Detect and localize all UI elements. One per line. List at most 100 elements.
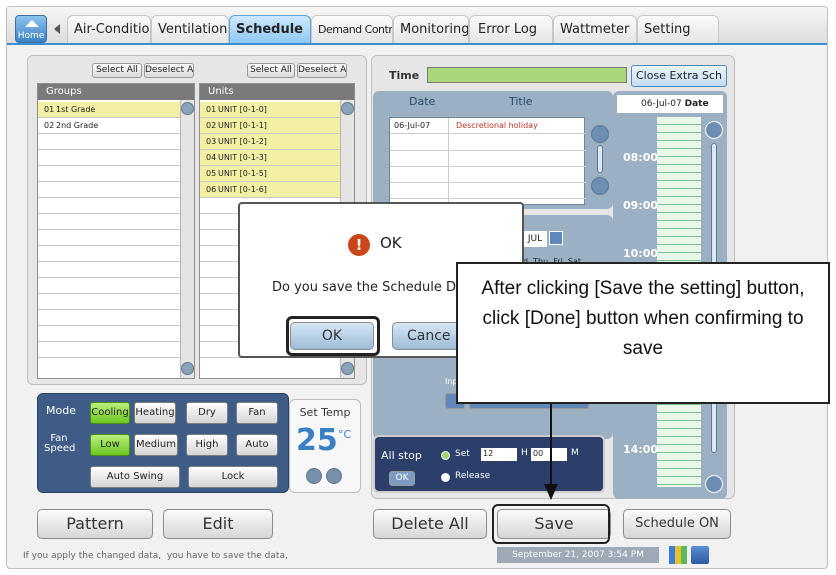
- schedule-list-panel: Date Title 06-Jul-07 Descretional holida…: [373, 91, 613, 209]
- set-radio[interactable]: [441, 451, 450, 460]
- scroll-left-icon[interactable]: [54, 24, 60, 34]
- unit-no: 02: [206, 121, 217, 130]
- set-temp-panel: Set Temp 25 °C: [289, 399, 361, 493]
- lock-button[interactable]: Lock: [188, 466, 278, 488]
- scroll-down-icon[interactable]: [181, 362, 194, 375]
- list-item[interactable]: 02 UNIT [0-1-1]: [200, 118, 340, 134]
- group-name: 2nd Grade: [56, 121, 99, 130]
- temp-unit: °C: [338, 428, 352, 441]
- group-name: 1st Grade: [56, 105, 96, 114]
- unit-no: 06: [206, 185, 217, 194]
- tab-wattmeter[interactable]: Wattmeter: [553, 15, 637, 43]
- status-message: If you apply the changed data, you have …: [23, 551, 288, 561]
- unit-name: UNIT [0-1-3]: [218, 153, 267, 162]
- tab-air-condition[interactable]: Air-Condition: [67, 15, 151, 43]
- medium-button[interactable]: Medium: [134, 434, 178, 456]
- low-button[interactable]: Low: [90, 434, 130, 456]
- pattern-button[interactable]: Pattern: [37, 509, 153, 539]
- scroll-down-icon[interactable]: [341, 362, 354, 375]
- tab-home[interactable]: Home: [15, 15, 47, 43]
- timeline-scroll-down-icon[interactable]: [705, 475, 723, 493]
- release-radio[interactable]: [441, 473, 450, 482]
- mode-label: Mode: [46, 404, 76, 417]
- timeline-date: 06-Jul-07: [641, 99, 682, 109]
- temp-down-icon[interactable]: [306, 468, 322, 484]
- list-item[interactable]: 06 UNIT [0-1-6]: [200, 182, 340, 198]
- high-button[interactable]: High: [186, 434, 228, 456]
- groups-deselect-all-button[interactable]: Deselect All: [144, 63, 194, 78]
- date-column-header: Date: [409, 95, 436, 108]
- unit-no: 03: [206, 137, 217, 146]
- unit-name: UNIT [0-1-6]: [218, 185, 267, 194]
- list-item[interactable]: 04 UNIT [0-1-3]: [200, 150, 340, 166]
- all-stop-label: All stop: [381, 449, 422, 462]
- units-deselect-all-button[interactable]: Deselect All: [297, 63, 347, 78]
- hour-select[interactable]: 12: [481, 448, 517, 461]
- dry-button[interactable]: Dry: [186, 402, 228, 424]
- heating-button[interactable]: Heating: [134, 402, 176, 424]
- schedule-table: 06-Jul-07 Descretional holiday: [389, 117, 586, 206]
- tab-bar: Home Air-Condition Ventilation Schedule …: [7, 7, 827, 45]
- close-extra-schedule-button[interactable]: Close Extra Sch: [631, 65, 727, 87]
- set-temp-value: 25: [296, 423, 338, 458]
- instruction-callout: After clicking [Save the setting] button…: [456, 262, 830, 404]
- auto-swing-button[interactable]: Auto Swing: [90, 466, 180, 488]
- tab-ventilation[interactable]: Ventilation: [151, 15, 229, 43]
- tab-setting[interactable]: Setting: [637, 15, 719, 43]
- units-select-all-button[interactable]: Select All: [247, 63, 295, 78]
- time-label-0800: 08:00: [623, 151, 659, 164]
- time-bar: [427, 67, 627, 83]
- dialog-message: Do you save the Schedule D: [272, 280, 457, 295]
- hour-unit: H: [521, 448, 528, 458]
- list-item[interactable]: 02 2nd Grade: [38, 118, 180, 134]
- warning-icon: !: [348, 234, 370, 256]
- scroll-up-icon[interactable]: [181, 102, 194, 115]
- auto-button[interactable]: Auto: [236, 434, 278, 456]
- timeline-date-box: 06-Jul-07 Date: [617, 95, 723, 113]
- calendar-month: JUL: [523, 231, 547, 247]
- scroll-up-icon[interactable]: [341, 102, 354, 115]
- delete-all-button[interactable]: Delete All: [373, 509, 487, 539]
- schedule-on-button[interactable]: Schedule ON: [623, 509, 731, 539]
- time-label-1400: 14:00: [623, 443, 659, 456]
- time-label-0900: 09:00: [623, 199, 659, 212]
- list-item[interactable]: 01 UNIT [0-1-0]: [200, 102, 340, 118]
- cooling-button[interactable]: Cooling: [90, 402, 130, 424]
- list-item[interactable]: 05 UNIT [0-1-5]: [200, 166, 340, 182]
- unit-name: UNIT [0-1-0]: [218, 105, 267, 114]
- table-row[interactable]: 06-Jul-07 Descretional holiday: [390, 118, 586, 134]
- title-column-header: Title: [509, 95, 533, 108]
- set-label: Set: [455, 449, 470, 459]
- time-label: Time: [389, 69, 420, 82]
- list-item[interactable]: 01 1st Grade: [38, 102, 180, 118]
- groups-select-all-button[interactable]: Select All: [92, 63, 142, 78]
- fan-speed-label: Fan Speed: [44, 433, 76, 454]
- edit-button[interactable]: Edit: [163, 509, 273, 539]
- all-stop-panel: All stop OK Set Release 12 H 00 M: [373, 435, 605, 493]
- tab-schedule[interactable]: Schedule: [229, 15, 311, 43]
- all-stop-ok-button[interactable]: OK: [389, 471, 415, 486]
- ok-highlight: [286, 316, 380, 356]
- next-month-icon[interactable]: [549, 231, 563, 245]
- network-icon: [691, 546, 709, 564]
- groups-header: Groups: [38, 84, 194, 100]
- list-item[interactable]: 03 UNIT [0-1-2]: [200, 134, 340, 150]
- time-label-1000: 10:00: [623, 247, 659, 260]
- release-label: Release: [455, 471, 491, 481]
- tab-error-log[interactable]: Error Log: [469, 15, 553, 43]
- schedule-scroll-down-icon[interactable]: [591, 177, 609, 195]
- unit-no: 04: [206, 153, 217, 162]
- fan-button[interactable]: Fan: [236, 402, 278, 424]
- status-icon: [669, 546, 687, 564]
- groups-scrollbar[interactable]: [180, 100, 194, 378]
- temp-up-icon[interactable]: [326, 468, 342, 484]
- timeline-scroll-up-icon[interactable]: [705, 121, 723, 139]
- tab-demand-control[interactable]: Demand Control: [311, 15, 393, 43]
- units-header: Units: [200, 84, 354, 100]
- unit-name: UNIT [0-1-5]: [218, 169, 267, 178]
- set-temp-label: Set Temp: [299, 406, 351, 419]
- groups-list: Groups 01 1st Grade 02 2nd Grade: [37, 83, 195, 379]
- schedule-scroll-up-icon[interactable]: [591, 125, 609, 143]
- tab-monitoring[interactable]: Monitoring: [393, 15, 469, 43]
- save-highlight: [492, 504, 610, 544]
